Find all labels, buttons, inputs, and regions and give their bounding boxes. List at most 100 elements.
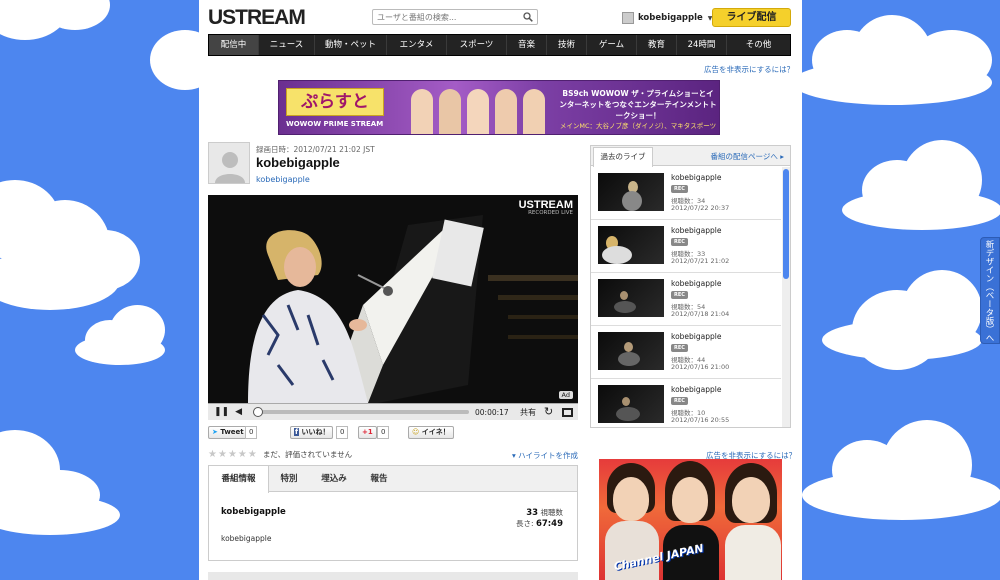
banner-person bbox=[523, 89, 545, 134]
share-button[interactable]: 共有 bbox=[520, 407, 536, 418]
ustream-logo[interactable]: USTREAM bbox=[208, 6, 306, 30]
user-menu[interactable]: kobebigapple ▼ bbox=[622, 10, 712, 26]
star-icon[interactable]: ★ bbox=[208, 449, 217, 460]
mixi-icon: ☺ bbox=[412, 428, 420, 436]
duration-label: 長さ: bbox=[516, 519, 534, 528]
refresh-icon[interactable]: ↻ bbox=[544, 405, 553, 418]
tweet-label: Tweet bbox=[220, 428, 244, 436]
nav-item-entertainment[interactable]: エンタメ bbox=[387, 35, 447, 55]
gplus-button[interactable]: +1 bbox=[358, 426, 377, 439]
item-title[interactable]: kobebigapple bbox=[671, 173, 721, 182]
tab-past-live[interactable]: 過去のライブ bbox=[593, 147, 653, 167]
search-icon[interactable] bbox=[523, 12, 533, 22]
pause-icon[interactable]: ❚❚ bbox=[214, 407, 229, 417]
nav-item-games[interactable]: ゲーム bbox=[587, 35, 637, 55]
footer-bar bbox=[208, 572, 578, 580]
list-item[interactable]: kobebigapple REC 視聴数：33 2012/07/21 21:02 bbox=[591, 220, 781, 273]
banner-cast: メインMC：大谷ノブ彦（ダイノジ）、マキタスポーツ bbox=[559, 122, 717, 130]
chevron-right-icon: ▸ bbox=[780, 152, 784, 161]
info-channel-name: kobebigapple bbox=[221, 507, 286, 517]
item-title[interactable]: kobebigapple bbox=[671, 332, 721, 341]
item-date: 2012/07/16 20:55 bbox=[671, 416, 730, 424]
list-item[interactable]: kobebigapple REC 視聴数：44 2012/07/16 21:00 bbox=[591, 326, 781, 379]
banner-text: BS9ch WOWOW ザ・プライムショーとインターネットをつなぐエンターテイン… bbox=[559, 89, 717, 120]
thumbnail[interactable] bbox=[598, 226, 664, 264]
channel-avatar[interactable] bbox=[208, 142, 250, 184]
view-count-value: 33 bbox=[526, 508, 539, 518]
thumbnail[interactable] bbox=[598, 173, 664, 211]
info-panel: 番組情報 特別 埋込み 報告 kobebigapple 33 視聴数 長さ: 6… bbox=[208, 465, 578, 561]
nav-item-music[interactable]: 音楽 bbox=[507, 35, 547, 55]
ad-person-face bbox=[613, 477, 649, 521]
channel-page-link-label: 番組の配信ページへ bbox=[710, 152, 778, 161]
nav-item-tech[interactable]: 技術 bbox=[547, 35, 587, 55]
star-icon[interactable]: ★ bbox=[218, 449, 227, 460]
facebook-icon: f bbox=[294, 428, 300, 436]
search-input[interactable] bbox=[373, 10, 513, 24]
banner-person bbox=[467, 89, 489, 134]
cloud-decoration-left bbox=[0, 0, 220, 580]
tab-program-info[interactable]: 番組情報 bbox=[209, 466, 269, 493]
tab-embed[interactable]: 埋込み bbox=[309, 466, 359, 492]
item-title[interactable]: kobebigapple bbox=[671, 279, 721, 288]
like-count: 0 bbox=[336, 426, 349, 439]
tab-special[interactable]: 特別 bbox=[269, 466, 309, 492]
video-scene bbox=[208, 195, 578, 403]
scrollbar-thumb[interactable] bbox=[783, 169, 789, 279]
seek-bar[interactable] bbox=[254, 410, 469, 414]
nav-item-24h[interactable]: 24時間 bbox=[677, 35, 727, 55]
seek-handle[interactable] bbox=[253, 407, 264, 417]
channel-page-link[interactable]: 番組の配信ページへ ▸ bbox=[710, 151, 784, 162]
user-silhouette-icon bbox=[215, 152, 245, 183]
nav-item-sports[interactable]: スポーツ bbox=[447, 35, 507, 55]
ad-person-face bbox=[672, 477, 708, 523]
tweet-button[interactable]: ➤ Tweet bbox=[208, 426, 248, 439]
facebook-like-button[interactable]: f いいね！ bbox=[290, 426, 334, 439]
volume-icon[interactable]: ◀ bbox=[235, 407, 242, 417]
create-highlight-link[interactable]: ▾ ハイライトを作成 bbox=[512, 450, 578, 461]
list-item[interactable]: kobebigapple REC 視聴数：10 2012/07/16 20:55 bbox=[591, 379, 781, 427]
fullscreen-icon[interactable] bbox=[562, 408, 573, 417]
star-icon[interactable]: ★ bbox=[238, 449, 247, 460]
rec-badge: REC bbox=[671, 397, 688, 405]
banner-person bbox=[439, 89, 461, 134]
item-title[interactable]: kobebigapple bbox=[671, 226, 721, 235]
thumbnail[interactable] bbox=[598, 279, 664, 317]
hide-ads-link[interactable]: 広告を非表示にするには？ bbox=[704, 64, 794, 75]
nav-item-other[interactable]: その他 bbox=[727, 35, 790, 55]
tab-report[interactable]: 報告 bbox=[359, 466, 399, 492]
player-recorded-label: RECORDED LIVE bbox=[528, 210, 573, 216]
rec-badge: REC bbox=[671, 344, 688, 352]
rating-status: まだ、評価されていません bbox=[262, 449, 353, 459]
page-title: kobebigapple bbox=[256, 155, 340, 170]
gplus-count: 0 bbox=[377, 426, 390, 439]
twitter-bird-icon: ➤ bbox=[212, 428, 218, 436]
thumbnail[interactable] bbox=[598, 385, 664, 423]
ad-banner[interactable]: ぷらすと WOWOW PRIME STREAM BS9ch WOWOW ザ・プラ… bbox=[278, 80, 720, 135]
side-ad-banner[interactable]: Channel JAPAN bbox=[599, 459, 782, 580]
star-icon[interactable]: ★ bbox=[248, 449, 257, 460]
scrollbar[interactable] bbox=[782, 167, 790, 427]
video-player[interactable]: USTREAM RECORDED LIVE Ad ❚❚ ◀ 00:00:17 共… bbox=[208, 195, 578, 420]
page-container: USTREAM kobebigapple ▼ ライブ配信 配信中 ニュース 動物… bbox=[199, 0, 802, 580]
view-count-label: 視聴数 bbox=[540, 508, 564, 517]
mixi-iine-button[interactable]: ☺ イイネ！ bbox=[408, 426, 454, 439]
item-title[interactable]: kobebigapple bbox=[671, 385, 721, 394]
rec-badge: REC bbox=[671, 238, 688, 246]
past-live-header: 過去のライブ 番組の配信ページへ ▸ bbox=[591, 146, 790, 167]
search-box[interactable] bbox=[372, 9, 538, 25]
list-item[interactable]: kobebigapple REC 視聴数：34 2012/07/22 20:37 bbox=[591, 167, 781, 220]
nav-item-live-now[interactable]: 配信中 bbox=[209, 35, 259, 55]
live-broadcast-button[interactable]: ライブ配信 bbox=[712, 8, 791, 27]
nav-item-education[interactable]: 教育 bbox=[637, 35, 677, 55]
channel-link[interactable]: kobebigapple bbox=[256, 175, 310, 184]
new-design-beta-tab[interactable]: 新デザイン（ベータ版）へ bbox=[980, 237, 1000, 344]
video-frame[interactable]: USTREAM RECORDED LIVE Ad bbox=[208, 195, 578, 403]
star-icon[interactable]: ★ bbox=[228, 449, 237, 460]
ad-person-body bbox=[605, 521, 659, 580]
thumbnail[interactable] bbox=[598, 332, 664, 370]
list-item[interactable]: kobebigapple REC 視聴数：54 2012/07/18 21:04 bbox=[591, 273, 781, 326]
avatar bbox=[622, 12, 634, 24]
nav-item-animals[interactable]: 動物・ペット bbox=[315, 35, 387, 55]
nav-item-news[interactable]: ニュース bbox=[259, 35, 315, 55]
